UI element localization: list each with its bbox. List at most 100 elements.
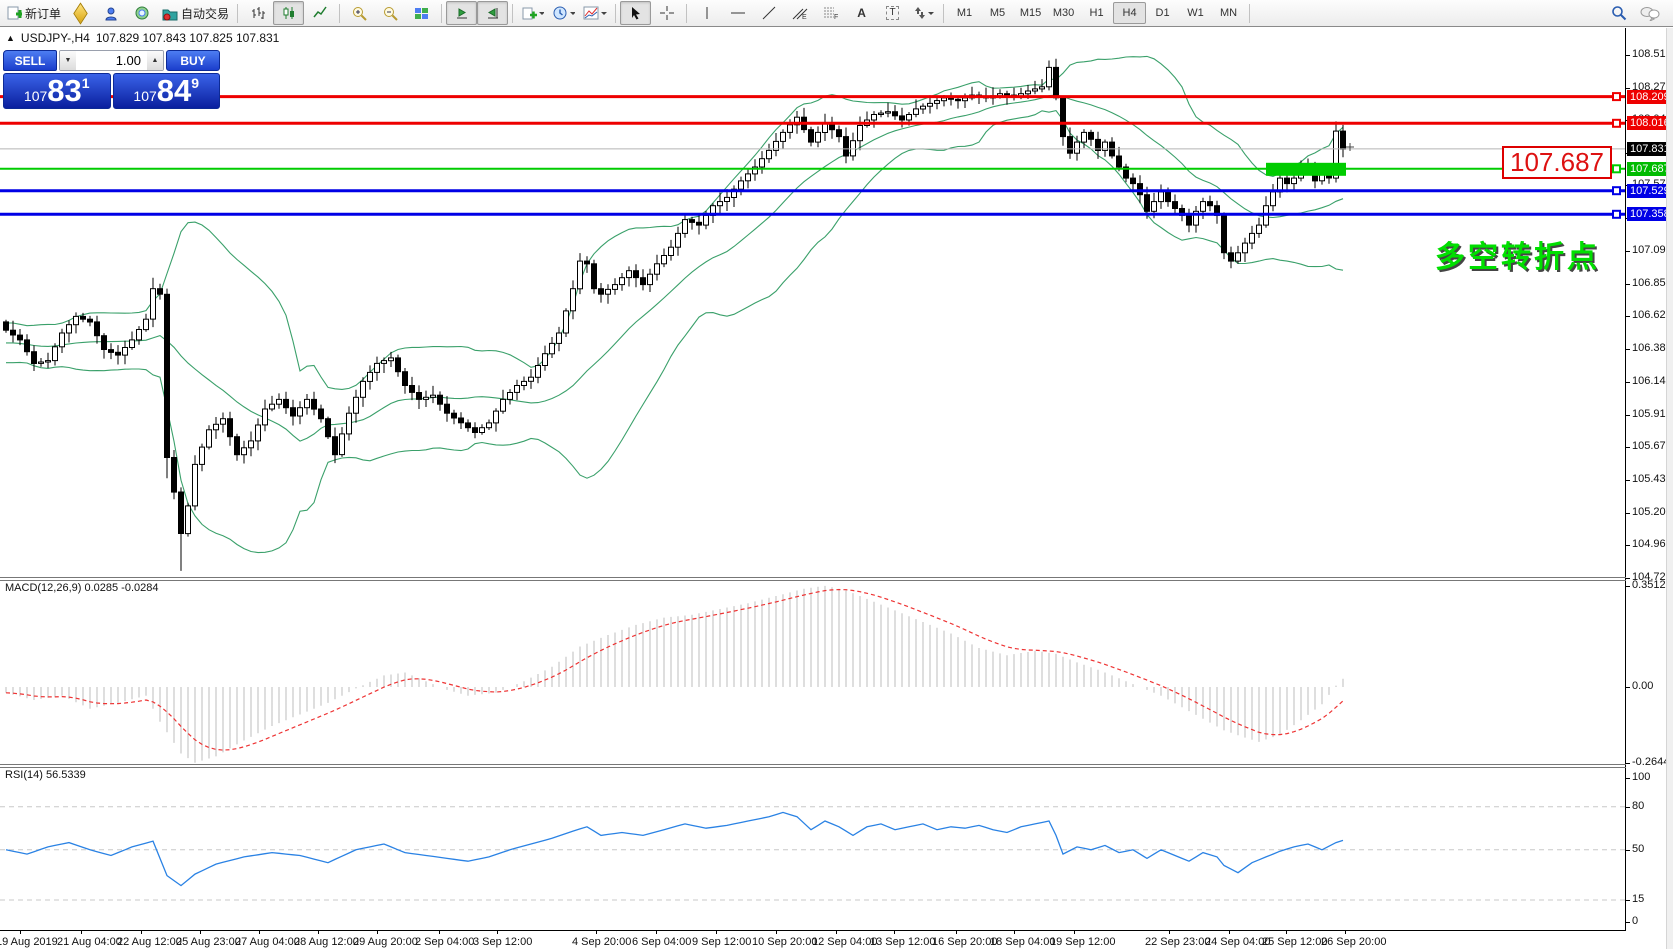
crosshair-icon <box>660 6 674 20</box>
volume-decrease-button[interactable]: ▼ <box>60 51 76 70</box>
bollinger-band-line <box>6 111 1343 553</box>
buy-price-button[interactable]: 107 84 9 <box>113 73 221 109</box>
rsi-panel-divider[interactable] <box>0 764 1626 765</box>
metaeditor-button[interactable] <box>65 1 96 25</box>
autotrading-button[interactable]: 自动交易 <box>158 1 233 25</box>
volume-input[interactable] <box>76 51 147 70</box>
macd-panel-divider[interactable] <box>0 577 1626 578</box>
tab-timeframe-m1[interactable]: M1 <box>948 2 981 24</box>
horizontal-line-icon <box>730 6 746 20</box>
price-axis-line[interactable] <box>1625 28 1626 931</box>
time-axis-label: 3 Sep 12:00 <box>473 936 532 948</box>
autotrading-icon <box>162 6 178 21</box>
equidistant-channel-tool[interactable]: E <box>784 1 815 25</box>
highlight-rectangle-object[interactable] <box>1266 163 1346 176</box>
volume-increase-button[interactable]: ▲ <box>147 51 163 70</box>
vertical-line-tool[interactable] <box>691 1 722 25</box>
sell-price-pip: 1 <box>82 75 90 91</box>
tab-timeframe-mn[interactable]: MN <box>1212 2 1245 24</box>
rsi-panel-divider[interactable] <box>0 767 1626 768</box>
zoom-in-icon <box>352 6 367 21</box>
zoom-out-icon <box>383 6 398 21</box>
symbol-period-label: USDJPY-,H4 <box>21 31 90 45</box>
auto-scroll-button[interactable] <box>446 1 477 25</box>
chat-icon <box>1640 6 1660 21</box>
trendline-tool[interactable] <box>753 1 784 25</box>
zoom-in-button[interactable] <box>344 1 375 25</box>
level-line-handle[interactable] <box>1613 165 1620 172</box>
time-axis-label: 22 Sep 23:00 <box>1145 936 1210 948</box>
rsi-label: RSI(14) 56.5339 <box>5 769 86 781</box>
tab-timeframe-m5[interactable]: M5 <box>981 2 1014 24</box>
time-axis-label: 21 Aug 04:00 <box>57 936 122 948</box>
chart-period-button[interactable] <box>548 1 579 25</box>
chart-shift-icon <box>486 7 500 20</box>
tab-timeframe-d1[interactable]: D1 <box>1146 2 1179 24</box>
time-axis-label: 19 Aug 2019 <box>0 936 58 948</box>
crosshair-button[interactable] <box>651 1 682 25</box>
sell-button[interactable]: SELL <box>3 50 57 71</box>
macd-histogram <box>6 586 1343 763</box>
time-axis-label: 13 Sep 12:00 <box>870 936 935 948</box>
ohlc-collapse-arrow[interactable]: ▲ <box>6 33 15 43</box>
time-axis-label: 16 Sep 20:00 <box>932 936 997 948</box>
tab-timeframe-h1[interactable]: H1 <box>1080 2 1113 24</box>
time-axis-label: 6 Sep 04:00 <box>632 936 691 948</box>
tile-windows-button[interactable] <box>406 1 437 25</box>
level-line-handle[interactable] <box>1613 93 1620 100</box>
sell-price-base: 107 <box>24 88 47 104</box>
terminal-button[interactable] <box>96 1 127 25</box>
toolbar-separator <box>441 4 442 23</box>
main-price-chart[interactable] <box>0 28 1673 578</box>
volume-stepper: ▼ ▲ <box>59 50 164 71</box>
indicators-button[interactable] <box>579 1 611 25</box>
time-axis-label: 29 Aug 20:00 <box>353 936 418 948</box>
new-chart-button[interactable] <box>517 1 548 25</box>
tab-timeframe-m30[interactable]: M30 <box>1047 2 1080 24</box>
time-axis-label: 10 Sep 20:00 <box>752 936 817 948</box>
line-chart-button[interactable] <box>304 1 335 25</box>
time-axis-label: 12 Sep 04:00 <box>812 936 877 948</box>
level-line-handle[interactable] <box>1613 187 1620 194</box>
arrows-tool[interactable] <box>908 1 939 25</box>
horizontal-line-tool[interactable] <box>722 1 753 25</box>
auto-scroll-icon <box>455 7 469 20</box>
level-line-handle[interactable] <box>1613 211 1620 218</box>
terminal-icon <box>104 6 119 21</box>
chat-button[interactable] <box>1634 1 1665 25</box>
macd-indicator-panel[interactable] <box>0 580 1673 765</box>
time-axis-label: 9 Sep 12:00 <box>692 936 751 948</box>
fibonacci-icon: F <box>823 6 839 20</box>
buy-button[interactable]: BUY <box>166 50 220 71</box>
level-line-handle[interactable] <box>1613 120 1620 127</box>
time-axis-label: 26 Sep 20:00 <box>1321 936 1386 948</box>
tab-timeframe-m15[interactable]: M15 <box>1014 2 1047 24</box>
window-right-strip <box>1666 28 1673 949</box>
main-toolbar: 新订单 自动交易 <box>0 0 1673 27</box>
candlestick-chart-button[interactable] <box>273 1 304 25</box>
time-axis-line[interactable] <box>0 930 1626 931</box>
price-annotation-box[interactable]: 107.687 <box>1502 146 1612 179</box>
strategy-tester-button[interactable] <box>127 1 158 25</box>
tab-timeframe-w1[interactable]: W1 <box>1179 2 1212 24</box>
bar-chart-button[interactable] <box>242 1 273 25</box>
time-axis-label: 19 Sep 12:00 <box>1050 936 1115 948</box>
rsi-line <box>6 812 1343 885</box>
tab-timeframe-h4[interactable]: H4 <box>1113 2 1146 24</box>
sell-price-button[interactable]: 107 83 1 <box>3 73 111 109</box>
search-button[interactable] <box>1603 1 1634 25</box>
toolbar-separator <box>1249 4 1250 23</box>
zoom-out-button[interactable] <box>375 1 406 25</box>
last-bar-marker <box>1346 143 1354 151</box>
cursor-button[interactable] <box>620 1 651 25</box>
turning-point-annotation[interactable]: 多空转折点 <box>1435 232 1600 276</box>
text-label-tool[interactable]: T <box>877 1 908 25</box>
fibonacci-tool[interactable]: F <box>815 1 846 25</box>
new-order-button[interactable]: 新订单 <box>3 1 65 25</box>
text-tool[interactable]: A <box>846 1 877 25</box>
macd-panel-divider[interactable] <box>0 580 1626 581</box>
rsi-indicator-panel[interactable] <box>0 768 1673 930</box>
buy-price-pip: 9 <box>191 75 199 91</box>
chart-shift-button[interactable] <box>477 1 508 25</box>
time-axis-label: 28 Aug 12:00 <box>294 936 359 948</box>
